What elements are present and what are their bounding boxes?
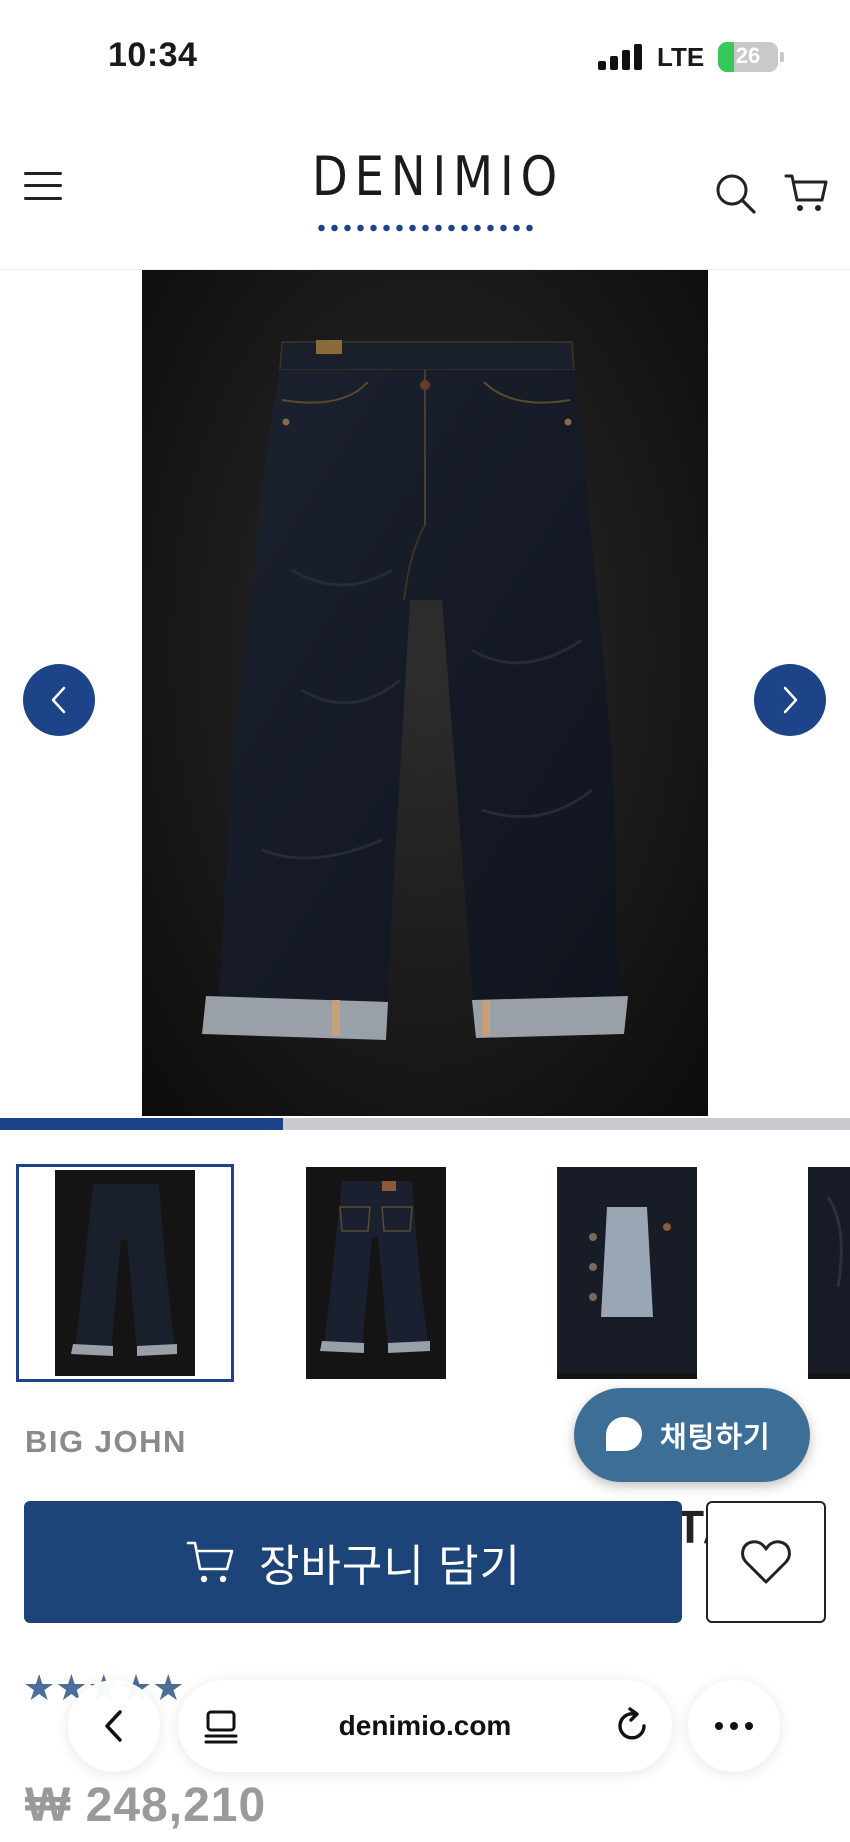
gallery-progress-fill	[0, 1118, 284, 1130]
browser-more-button[interactable]	[688, 1680, 780, 1772]
browser-back-button[interactable]	[68, 1680, 160, 1772]
product-gallery[interactable]	[0, 270, 850, 1116]
site-logo[interactable]: DENIMIO	[312, 145, 565, 240]
thumbnail-side-detail[interactable]	[772, 1164, 850, 1382]
product-image[interactable]	[142, 270, 708, 1116]
browser-address-bar[interactable]: denimio.com	[178, 1680, 672, 1772]
signal-bars-icon	[598, 44, 644, 70]
cart-icon	[186, 1541, 234, 1583]
thumbnail-front[interactable]	[16, 1164, 234, 1382]
network-type: LTE	[657, 42, 705, 72]
reload-icon[interactable]	[612, 1706, 652, 1746]
star-icon: ★	[152, 1667, 185, 1708]
status-bar: 10:34 LTE 26	[0, 0, 850, 110]
gallery-progress-track	[0, 1118, 850, 1130]
chevron-right-icon[interactable]	[754, 664, 826, 736]
product-brand[interactable]: BIG JOHN	[25, 1424, 187, 1460]
star-icon: ★	[23, 1667, 56, 1708]
chat-button[interactable]: 채팅하기	[574, 1388, 810, 1482]
thumbnail-strip[interactable]	[0, 1164, 850, 1382]
chevron-left-icon[interactable]	[23, 664, 95, 736]
wishlist-button[interactable]	[706, 1501, 826, 1623]
hamburger-menu-icon[interactable]	[18, 164, 70, 208]
chat-bubble-icon	[604, 1415, 644, 1455]
address-text: denimio.com	[338, 1710, 512, 1741]
logo-text: DENIMIO	[312, 145, 565, 208]
add-to-cart-button[interactable]: 장바구니 담기	[24, 1501, 682, 1623]
battery-tip	[780, 52, 784, 62]
logo-dotted-underline	[315, 224, 535, 232]
search-icon[interactable]	[712, 170, 760, 218]
more-icon	[715, 1722, 753, 1730]
battery-icon: 26	[718, 42, 778, 72]
battery-percent: 26	[735, 43, 761, 68]
cart-icon[interactable]	[782, 168, 830, 216]
status-time: 10:34	[108, 36, 198, 74]
thumbnail-back[interactable]	[270, 1164, 488, 1382]
product-price: ₩ 248,210	[25, 1779, 267, 1832]
chat-label: 채팅하기	[660, 1422, 771, 1454]
thumbnail-fly-detail[interactable]	[521, 1164, 739, 1382]
site-header: DENIMIO	[0, 110, 850, 270]
add-to-cart-label: 장바구니 담기	[258, 1542, 522, 1591]
back-icon	[105, 1710, 122, 1742]
heart-icon	[741, 1540, 791, 1584]
